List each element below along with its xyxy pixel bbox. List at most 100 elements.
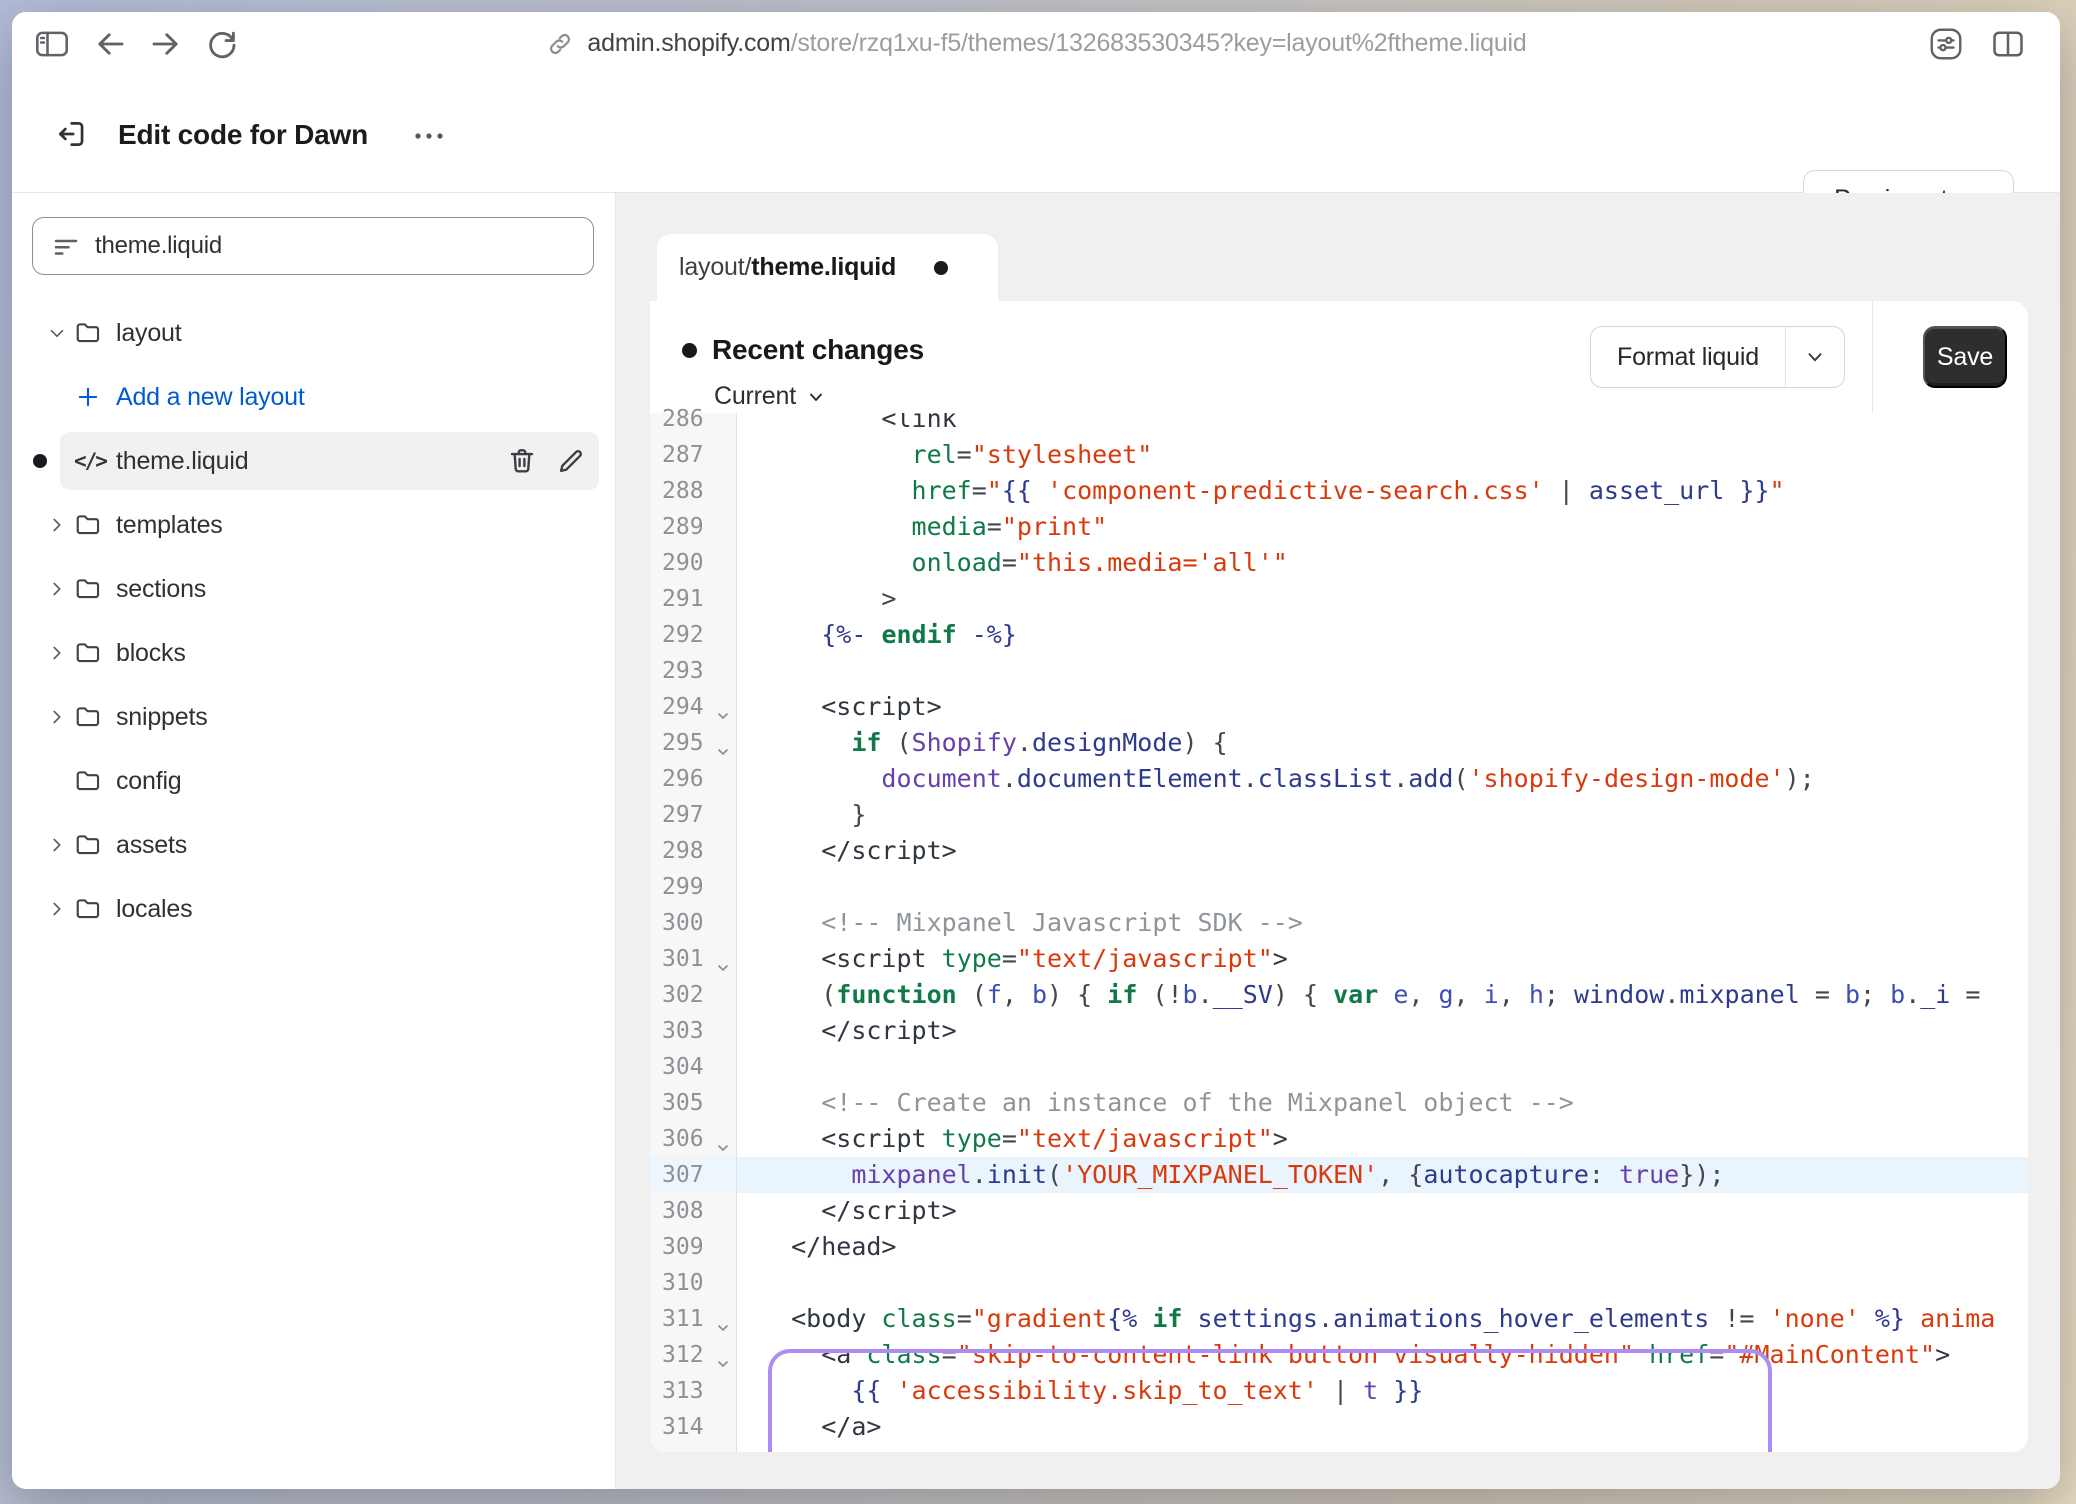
code-line-311[interactable]: <body class="gradient{% if settings.anim… (737, 1301, 2028, 1337)
code-fold-icon[interactable] (715, 708, 731, 724)
code-line-305[interactable]: <!-- Create an instance of the Mixpanel … (737, 1085, 2028, 1121)
format-liquid-button[interactable]: Format liquid (1590, 326, 1845, 388)
code-line-301[interactable]: <script type="text/javascript"> (737, 941, 2028, 977)
code-line-310[interactable] (737, 1265, 2028, 1301)
code-fold-icon[interactable] (715, 1320, 731, 1336)
sidebar-item-snippets[interactable]: snippets (12, 685, 615, 749)
chevron-right-icon[interactable] (46, 642, 68, 664)
tree-item-label: theme.liquid (116, 447, 248, 476)
code-line-295[interactable]: if (Shopify.designMode) { (737, 725, 2028, 761)
line-number: 292 (650, 617, 736, 653)
app-header: Edit code for Dawn Preview store (12, 75, 2060, 193)
line-number: 309 (650, 1229, 736, 1265)
code-line-312[interactable]: <a class="skip-to-content-link button vi… (737, 1337, 2028, 1373)
chevron-right-icon[interactable] (46, 514, 68, 536)
line-number: 299 (650, 869, 736, 905)
folder-icon (74, 319, 102, 347)
code-line-309[interactable]: </head> (737, 1229, 2028, 1265)
editor-area: layout/theme.liquid Recent changes Curre… (616, 193, 2060, 1489)
code-line-302[interactable]: (function (f, b) { if (!b.__SV) { var e,… (737, 977, 2028, 1013)
format-liquid-dropdown[interactable] (1785, 327, 1844, 387)
edit-icon[interactable] (555, 445, 587, 477)
chevron-right-icon[interactable] (46, 706, 68, 728)
code-fold-icon[interactable] (715, 744, 731, 760)
line-number: 312 (650, 1337, 736, 1373)
line-number: 298 (650, 833, 736, 869)
folder-icon (74, 639, 102, 667)
line-number: 297 (650, 797, 736, 833)
tab-theme-liquid[interactable]: layout/theme.liquid (657, 234, 998, 301)
code-line-304[interactable] (737, 1049, 2028, 1085)
chevron-right-icon[interactable] (46, 834, 68, 856)
sidebar-item-locales[interactable]: locales (12, 877, 615, 941)
code-line-303[interactable]: </script> (737, 1013, 2028, 1049)
save-button[interactable]: Save (1923, 326, 2007, 388)
code-line-290[interactable]: onload="this.media='all'" (737, 545, 2028, 581)
browser-split-view-icon[interactable] (1990, 26, 2026, 62)
sidebar-item-blocks[interactable]: blocks (12, 621, 615, 685)
sidebar-item-theme-liquid[interactable]: </>theme.liquid (12, 429, 615, 493)
code-line-298[interactable]: </script> (737, 833, 2028, 869)
folder-icon-slot (74, 703, 116, 731)
code-line-297[interactable]: } (737, 797, 2028, 833)
line-number: 302 (650, 977, 736, 1013)
code-line-291[interactable]: > (737, 581, 2028, 617)
tree-item-label: layout (116, 319, 182, 348)
code-fold-icon[interactable] (715, 1356, 731, 1372)
tree-chevron-slot[interactable] (40, 322, 74, 344)
delete-file-button[interactable] (506, 445, 538, 477)
sidebar-item-config[interactable]: config (12, 749, 615, 813)
code-line-292[interactable]: {%- endif -%} (737, 617, 2028, 653)
tree-chevron-slot[interactable] (40, 578, 74, 600)
sidebar-item-templates[interactable]: templates (12, 493, 615, 557)
line-number: 290 (650, 545, 736, 581)
code-line-300[interactable]: <!-- Mixpanel Javascript SDK --> (737, 905, 2028, 941)
tab-path-prefix: layout/ (679, 253, 751, 282)
tree-chevron-slot[interactable] (40, 898, 74, 920)
code-line-293[interactable] (737, 653, 2028, 689)
code-line-307[interactable]: mixpanel.init('YOUR_MIXPANEL_TOKEN', {au… (737, 1157, 2028, 1193)
content-area: theme.liquid layout Add a new layout</>th… (12, 193, 2060, 1489)
code-line-289[interactable]: media="print" (737, 509, 2028, 545)
code-line-299[interactable] (737, 869, 2028, 905)
chevron-down-icon[interactable] (46, 322, 68, 344)
tree-chevron-slot[interactable] (40, 642, 74, 664)
code-content[interactable]: <link rel="stylesheet" href="{{ 'compone… (737, 413, 2028, 1452)
tree-chevron-slot[interactable] (40, 706, 74, 728)
recent-changes-dot (682, 343, 697, 358)
sidebar-item-assets[interactable]: assets (12, 813, 615, 877)
folder-icon-slot (74, 639, 116, 667)
sidebar-item-sections[interactable]: sections (12, 557, 615, 621)
address-bar[interactable]: admin.shopify.com/store/rzq1xu-f5/themes… (12, 12, 2060, 75)
trash-icon[interactable] (506, 445, 538, 477)
code-line-288[interactable]: href="{{ 'component-predictive-search.cs… (737, 473, 2028, 509)
more-options-icon[interactable] (410, 123, 450, 149)
exit-editor-icon[interactable] (54, 117, 88, 151)
browser-settings-icon[interactable] (1928, 26, 1964, 62)
code-line-296[interactable]: document.documentElement.classList.add('… (737, 761, 2028, 797)
chevron-right-icon[interactable] (46, 898, 68, 920)
file-search-input[interactable]: theme.liquid (32, 217, 594, 275)
line-number: 304 (650, 1049, 736, 1085)
plus-icon (74, 383, 102, 411)
code-line-294[interactable]: <script> (737, 689, 2028, 725)
code-line-308[interactable]: </script> (737, 1193, 2028, 1229)
code-editor[interactable]: 2862872882892902912922932942952962972982… (650, 413, 2028, 1452)
tree-item-label: assets (116, 831, 187, 860)
code-line-313[interactable]: {{ 'accessibility.skip_to_text' | t }} (737, 1373, 2028, 1409)
code-fold-icon[interactable] (715, 960, 731, 976)
code-fold-icon[interactable] (715, 1140, 731, 1156)
sidebar-add-layout[interactable]: Add a new layout (12, 365, 615, 429)
code-line-314[interactable]: </a> (737, 1409, 2028, 1445)
folder-icon-slot (74, 895, 116, 923)
chevron-right-icon[interactable] (46, 578, 68, 600)
filter-icon (51, 231, 81, 261)
code-line-306[interactable]: <script type="text/javascript"> (737, 1121, 2028, 1157)
code-line-287[interactable]: rel="stylesheet" (737, 437, 2028, 473)
tree-chevron-slot[interactable] (40, 834, 74, 856)
folder-icon (74, 703, 102, 731)
tree-chevron-slot[interactable] (40, 514, 74, 536)
code-line-286[interactable]: <link (737, 413, 2028, 437)
sidebar-item-layout[interactable]: layout (12, 301, 615, 365)
rename-file-button[interactable] (555, 445, 587, 477)
